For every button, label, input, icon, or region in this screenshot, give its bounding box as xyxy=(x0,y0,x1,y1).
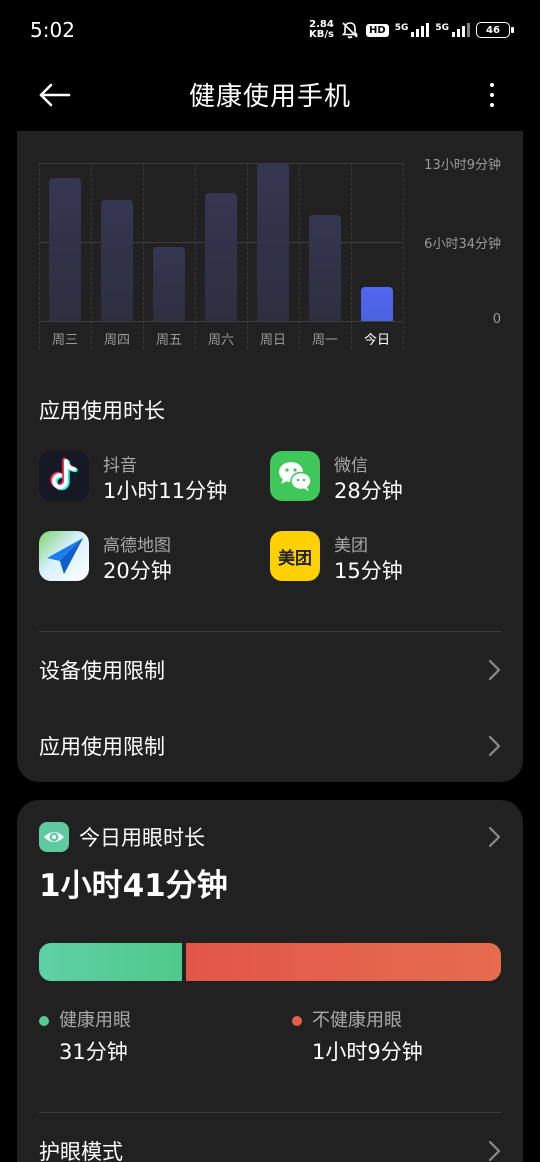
healthy-legend: 健康用眼 xyxy=(39,1006,131,1032)
amap-icon xyxy=(39,531,89,581)
status-time: 5:02 xyxy=(30,18,75,42)
chart-vertical-gridline xyxy=(247,163,248,349)
app-usage-limit-label: 应用使用限制 xyxy=(39,735,165,759)
device-usage-limit-row[interactable]: 设备使用限制 xyxy=(17,639,523,697)
chart-vertical-gridline xyxy=(91,163,92,349)
signal2-label: 5G xyxy=(435,23,449,33)
chevron-right-icon xyxy=(488,735,501,757)
x-axis-labels: 周三 周四 周五 周六 周日 周一 今日 xyxy=(39,329,403,351)
y-axis-label-max: 13小时9分钟 xyxy=(424,158,501,173)
app-name: 美团 xyxy=(334,536,368,556)
app-name: 抖音 xyxy=(103,456,137,476)
x-axis-label: 周日 xyxy=(259,333,286,348)
gridline-top xyxy=(39,163,403,164)
network-speed-unit: KB/s xyxy=(309,29,335,40)
app-name: 微信 xyxy=(334,456,368,476)
healthy-value: 31分钟 xyxy=(59,1040,128,1064)
chart-vertical-gridline xyxy=(351,163,352,349)
x-axis-label: 周五 xyxy=(155,333,182,348)
chart-bar-3[interactable] xyxy=(153,247,185,321)
x-axis-label: 今日 xyxy=(363,333,390,348)
chart-vertical-gridline xyxy=(195,163,196,349)
x-axis-label: 周六 xyxy=(207,333,234,348)
app-usage-time: 20分钟 xyxy=(103,559,172,583)
app-usage-title: 应用使用时长 xyxy=(39,399,165,423)
device-usage-limit-label: 设备使用限制 xyxy=(39,659,165,683)
divider xyxy=(39,631,501,632)
battery-level: 46 xyxy=(486,24,500,36)
eye-care-title[interactable]: 今日用眼时长 xyxy=(79,822,205,852)
y-axis-label-zero: 0 xyxy=(492,312,501,327)
chart-bar-1[interactable] xyxy=(49,178,81,321)
unhealthy-legend: 不健康用眼 xyxy=(292,1006,402,1032)
eye-care-ratio-bar xyxy=(39,943,501,981)
chart-vertical-gridline xyxy=(299,163,300,349)
signal1-label: 5G xyxy=(394,23,409,33)
unhealthy-value: 1小时9分钟 xyxy=(312,1040,423,1064)
app-item-amap[interactable]: 高德地图 20分钟 xyxy=(39,531,259,585)
eye-care-icon xyxy=(39,822,69,852)
x-axis-label: 周三 xyxy=(51,333,78,348)
app-item-douyin[interactable]: 抖音 1小时11分钟 xyxy=(39,451,259,505)
signal-strength-2-icon: 5G xyxy=(435,23,470,37)
eye-protection-mode-label: 护眼模式 xyxy=(39,1140,123,1162)
healthy-segment xyxy=(39,943,182,981)
unhealthy-label: 不健康用眼 xyxy=(312,1010,402,1031)
app-item-meituan[interactable]: 美团 美团 15分钟 xyxy=(270,531,490,585)
chart-bar-6[interactable] xyxy=(309,215,341,321)
meituan-icon-text: 美团 xyxy=(278,548,312,569)
chevron-right-icon xyxy=(488,659,501,681)
page-title: 健康使用手机 xyxy=(188,82,351,112)
healthy-dot xyxy=(39,1016,49,1026)
chart-bar-7[interactable] xyxy=(361,287,393,321)
eye-care-card: 今日用眼时长 1小时41分钟 健康用眼 31分钟 不健康用眼 1小时9分钟 护眼… xyxy=(17,800,523,1162)
chart-bar-2[interactable] xyxy=(101,200,133,321)
chart-bar-4[interactable] xyxy=(205,193,237,321)
app-name: 高德地图 xyxy=(103,536,171,556)
y-axis-label-mid: 6小时34分钟 xyxy=(424,237,501,252)
gridline-baseline xyxy=(39,321,403,322)
healthy-label: 健康用眼 xyxy=(59,1010,131,1031)
x-axis-label: 周一 xyxy=(311,333,338,348)
app-header: 健康使用手机 xyxy=(0,64,540,128)
chart-vertical-gridline xyxy=(39,163,40,349)
chart-bar-5[interactable] xyxy=(257,163,289,321)
chart-vertical-gridline xyxy=(403,163,404,349)
chart-vertical-gridline xyxy=(143,163,144,349)
app-item-wechat[interactable]: 微信 28分钟 xyxy=(270,451,490,505)
eye-protection-mode-row[interactable]: 护眼模式 xyxy=(17,1120,523,1162)
unhealthy-segment xyxy=(186,943,501,981)
signal-strength-1-icon: 5G xyxy=(395,23,430,37)
divider xyxy=(39,1112,501,1113)
chevron-right-icon xyxy=(488,1140,501,1162)
bell-muted-icon xyxy=(341,22,359,39)
hd-voice-badge: HD xyxy=(366,23,389,37)
usage-card: 13小时9分钟 6小时34分钟 0 周三 周四 周五 周六 周日 周一 今日 应用使用时长 … xyxy=(17,131,523,782)
app-usage-time: 28分钟 xyxy=(334,479,403,503)
chevron-right-icon[interactable] xyxy=(487,826,501,848)
douyin-icon xyxy=(39,451,89,501)
meituan-icon: 美团 xyxy=(270,531,320,581)
status-icons: 2.84 KB/s HD 5G 5G 46 xyxy=(309,20,514,40)
battery-icon: 46 xyxy=(476,22,514,38)
usage-chart[interactable] xyxy=(39,163,404,349)
status-bar: 5:02 2.84 KB/s HD 5G 5G 46 xyxy=(0,0,540,64)
eye-care-total-time: 1小时41分钟 xyxy=(39,868,228,904)
network-speed: 2.84 KB/s xyxy=(309,20,334,40)
more-options-icon[interactable] xyxy=(482,78,502,112)
wechat-icon xyxy=(270,451,320,501)
unhealthy-dot xyxy=(292,1016,302,1026)
app-usage-limit-row[interactable]: 应用使用限制 xyxy=(17,715,523,773)
app-usage-time: 15分钟 xyxy=(334,559,403,583)
app-usage-time: 1小时11分钟 xyxy=(103,479,228,503)
x-axis-label: 周四 xyxy=(103,333,130,348)
